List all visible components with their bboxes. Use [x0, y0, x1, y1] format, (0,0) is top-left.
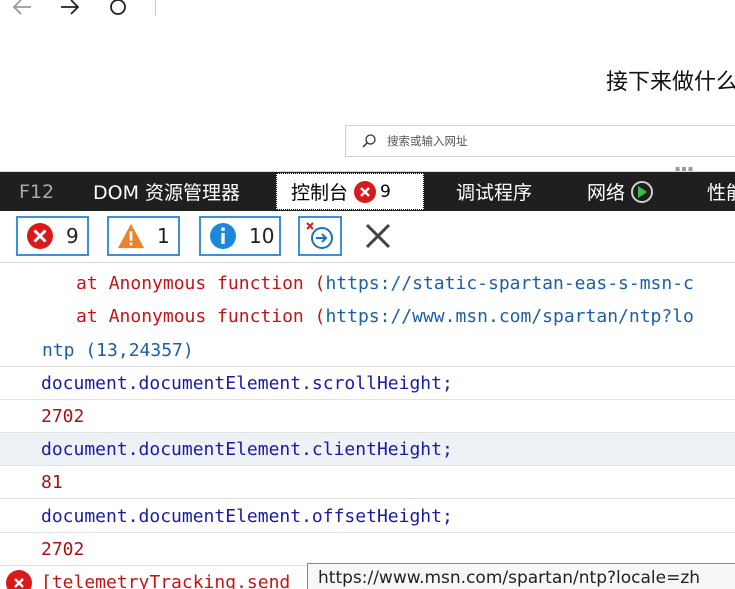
- arrow-right-icon: [61, 0, 80, 15]
- tab-console-label: 控制台: [291, 182, 349, 204]
- warning-icon: [117, 222, 145, 250]
- stack-link[interactable]: https://static-spartan-eas-s-msn-c: [325, 273, 693, 294]
- refresh-icon: [110, 0, 126, 15]
- tab-console-error-count: 9: [380, 181, 391, 202]
- refresh-button[interactable]: [105, 0, 131, 20]
- console-result: 2702: [41, 405, 85, 427]
- stack-function: Anonymous function (: [108, 273, 326, 294]
- nav-separator: [155, 0, 156, 16]
- tab-network-label: 网络: [587, 182, 626, 204]
- console-input: document.documentElement.offsetHeight;: [41, 505, 453, 527]
- clear-on-navigate-icon: [306, 222, 333, 249]
- tab-dom-explorer[interactable]: DOM 资源管理器: [93, 172, 240, 211]
- tab-network[interactable]: 网络: [587, 172, 654, 211]
- tab-console[interactable]: 控制台 9: [276, 173, 424, 210]
- play-icon: [631, 180, 654, 203]
- info-icon: [209, 222, 237, 250]
- console-input-row: document.documentElement.scrollHeight;: [0, 367, 735, 400]
- forward-button[interactable]: [57, 0, 83, 20]
- console-output[interactable]: at Anonymous function ( https://static-s…: [0, 264, 735, 589]
- console-input: document.documentElement.clientHeight;: [41, 438, 453, 460]
- arrow-left-icon: [12, 0, 31, 15]
- stack-line: at Anonymous function ( https://www.msn.…: [0, 300, 735, 333]
- link-tooltip: https://www.msn.com/spartan/ntp?locale=z…: [307, 563, 735, 589]
- console-input-row: document.documentElement.clientHeight;: [0, 433, 735, 466]
- console-result-row: 2702: [0, 400, 735, 433]
- stack-function: Anonymous function (: [108, 306, 326, 327]
- filter-errors-button[interactable]: 9: [16, 216, 89, 256]
- source-location-link[interactable]: ntp (13,24357): [42, 340, 194, 361]
- filter-info-button[interactable]: 10: [199, 216, 281, 256]
- error-count: 9: [66, 224, 79, 248]
- console-input: document.documentElement.scrollHeight;: [41, 372, 453, 394]
- stack-at: at: [76, 306, 98, 327]
- tab-debugger[interactable]: 调试程序: [456, 172, 532, 211]
- tab-f12: F12: [19, 180, 55, 203]
- devtools-tab-bar: F12 DOM 资源管理器 控制台 9 调试程序 网络 性能: [0, 172, 735, 211]
- error-icon: [354, 180, 377, 203]
- error-icon: [6, 569, 32, 589]
- tab-performance[interactable]: 性能: [707, 172, 735, 211]
- console-result: 81: [41, 471, 63, 493]
- search-placeholder: 搜索或输入网址: [387, 134, 468, 148]
- console-result: 2702: [41, 538, 85, 560]
- search-input[interactable]: 搜索或输入网址: [345, 125, 735, 157]
- console-result-row: 2702: [0, 533, 735, 566]
- filter-warnings-button[interactable]: 1: [107, 216, 180, 256]
- stack-line: at Anonymous function ( https://static-s…: [0, 267, 735, 300]
- search-icon: [362, 134, 376, 148]
- clear-on-navigate-button[interactable]: [298, 216, 342, 256]
- console-error-message[interactable]: [telemetryTracking.send: [41, 572, 290, 589]
- stack-at: at: [76, 273, 98, 294]
- warning-count: 1: [157, 224, 170, 248]
- console-input-row: document.documentElement.offsetHeight;: [0, 500, 735, 533]
- source-location-row: ntp (13,24357): [0, 334, 735, 367]
- error-icon: [26, 222, 54, 250]
- clear-console-icon[interactable]: [362, 220, 394, 252]
- page-heading: 接下来做什么: [606, 70, 735, 95]
- console-result-row: 81: [0, 466, 735, 499]
- info-count: 10: [249, 224, 275, 248]
- back-button[interactable]: [9, 0, 35, 20]
- stack-link[interactable]: https://www.msn.com/spartan/ntp?lo: [325, 306, 693, 327]
